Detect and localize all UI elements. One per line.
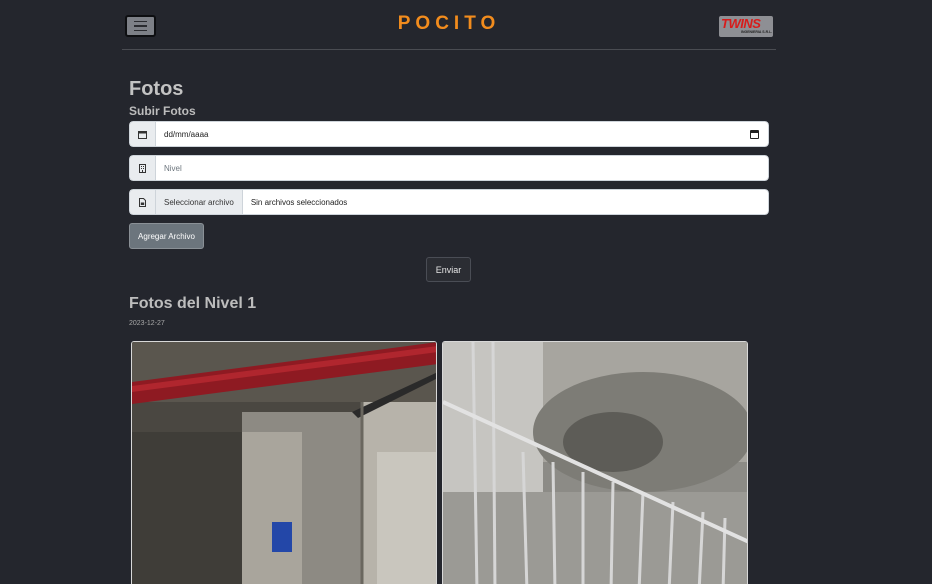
logo-subtext: INGENIERIA S.R.L. <box>741 30 773 34</box>
company-logo: TWINS INGENIERIA S.R.L. <box>719 16 773 37</box>
photo-1[interactable] <box>131 341 437 584</box>
choose-file-button[interactable]: Seleccionar archivo <box>155 189 242 215</box>
calendar-icon <box>129 121 155 147</box>
brand-title[interactable]: POCITO <box>122 13 776 35</box>
file-status[interactable]: Sin archivos seleccionados <box>241 189 769 215</box>
page-title: Fotos <box>129 78 184 100</box>
navbar: POCITO TWINS INGENIERIA S.R.L. <box>122 8 776 50</box>
building-icon <box>129 155 155 181</box>
file-icon <box>129 189 155 215</box>
date-picker-icon[interactable] <box>750 130 759 139</box>
date-input-group: dd/mm/aaaa <box>129 121 769 147</box>
file-input-group: Seleccionar archivo Sin archivos selecci… <box>129 189 769 215</box>
level-field[interactable]: Nivel <box>155 155 769 181</box>
gallery-heading: Fotos del Nivel 1 <box>129 295 257 312</box>
date-placeholder: dd/mm/aaaa <box>164 129 209 139</box>
gallery-date: 2023-12-27 <box>129 320 165 327</box>
submit-button[interactable]: Enviar <box>426 257 471 282</box>
date-field[interactable]: dd/mm/aaaa <box>155 121 769 147</box>
level-input-group: Nivel <box>129 155 769 181</box>
upload-heading: Subir Fotos <box>129 104 196 118</box>
photo-2[interactable] <box>442 341 748 584</box>
logo-text: TWINS <box>721 16 761 31</box>
add-file-button[interactable]: Agregar Archivo <box>129 223 204 249</box>
